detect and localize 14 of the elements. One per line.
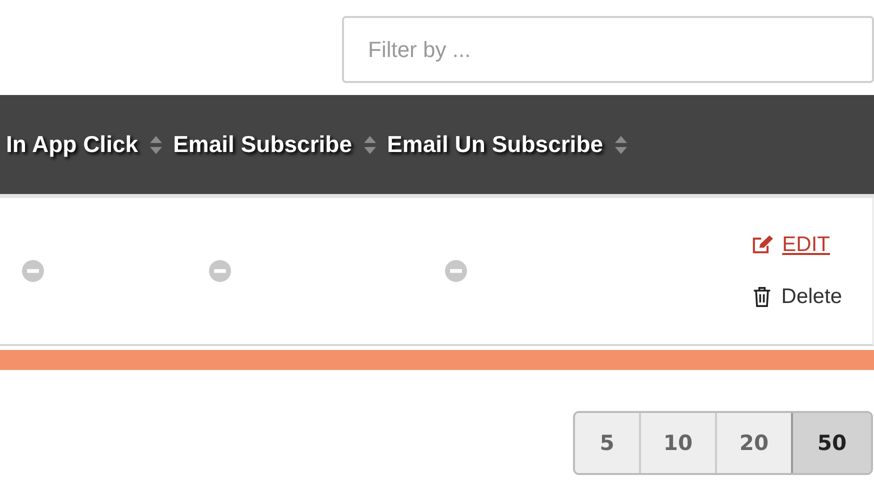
edit-link[interactable]: EDIT (752, 233, 830, 257)
page-size-button[interactable]: 5 (575, 413, 639, 473)
column-header[interactable]: Email Subscribe (173, 131, 352, 158)
edit-icon (752, 235, 774, 255)
page-size-button[interactable]: 50 (791, 413, 871, 473)
sort-icon[interactable] (363, 134, 378, 154)
delete-link[interactable]: Delete (751, 285, 842, 309)
page-size-button[interactable]: 20 (715, 413, 791, 473)
page-size-button[interactable]: 10 (639, 413, 715, 473)
column-header[interactable]: Email Un Subscribe (387, 131, 604, 158)
sort-icon[interactable] (149, 134, 164, 154)
column-header[interactable]: In App Click (6, 131, 138, 158)
filter-field[interactable]: Filter by ... (342, 16, 874, 83)
sort-icon[interactable] (614, 134, 628, 154)
